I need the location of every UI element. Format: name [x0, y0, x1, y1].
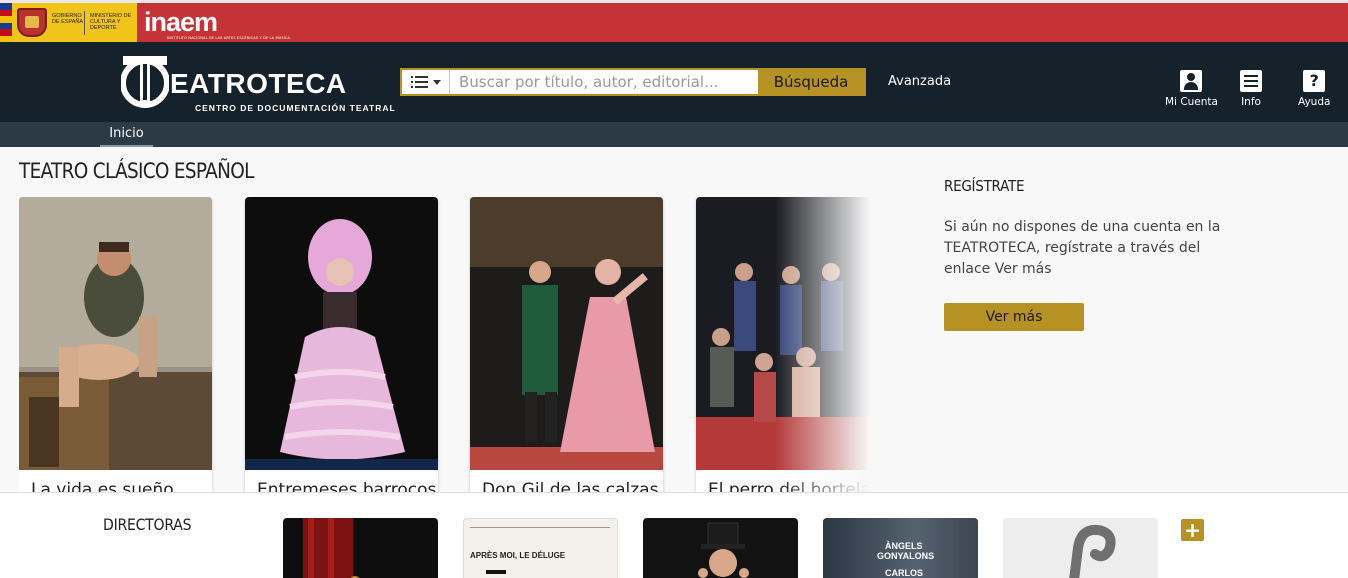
- poster-name-line2: GONYALONS: [877, 551, 935, 561]
- search-bar: Búsqueda: [400, 68, 866, 96]
- card-caption: Don Gil de las calzas verdes: [482, 480, 663, 492]
- gov-divider: [84, 11, 85, 35]
- poster-name-line1: ÀNGELS: [885, 541, 923, 551]
- help-label: Ayuda: [1298, 96, 1331, 108]
- help-icon: ?: [1303, 70, 1326, 92]
- director-thumbnail[interactable]: APRÈS MOI, LE DÉLUGE: [463, 518, 618, 578]
- director-thumbnail[interactable]: [283, 518, 438, 578]
- brand-title[interactable]: EATROTECA: [170, 70, 347, 98]
- my-account-button[interactable]: Mi Cuenta: [1165, 70, 1218, 108]
- brand-subtitle: CENTRO DE DOCUMENTACIÓN TEATRAL: [195, 103, 396, 113]
- info-label: Info: [1241, 96, 1261, 108]
- inaem-logo[interactable]: inaem INSTITUTO NACIONAL DE LAS ARTES ES…: [144, 9, 290, 41]
- main-nav: Inicio: [0, 122, 1348, 147]
- carousel-card[interactable]: Entremeses barrocos: [245, 197, 438, 492]
- list-icon: [410, 76, 428, 88]
- carousel-card[interactable]: La vida es sueño: [19, 197, 212, 492]
- card-image: [696, 197, 875, 470]
- director-thumbnail[interactable]: [643, 518, 798, 578]
- section-title: TEATRO CLÁSICO ESPAÑOL: [19, 159, 254, 183]
- director-thumbnail[interactable]: ÀNGELS GONYALONS CARLOS: [823, 518, 978, 578]
- featured-section: TEATRO CLÁSICO ESPAÑOL La vida es sueño …: [0, 147, 1348, 492]
- inaem-wordmark: inaem: [144, 7, 218, 37]
- directors-title: DIRECTORAS: [103, 515, 192, 534]
- flag-stripes: [0, 3, 12, 42]
- teatroteca-logo-icon[interactable]: [121, 52, 169, 110]
- gobierno-label: GOBIERNO DE ESPAÑA: [52, 13, 84, 25]
- see-more-button[interactable]: Ver más: [944, 303, 1084, 331]
- card-caption: La vida es sueño: [31, 480, 174, 492]
- carousel-card[interactable]: Don Gil de las calzas verdes: [470, 197, 663, 492]
- advanced-search-link[interactable]: Avanzada: [888, 74, 951, 89]
- card-image: [245, 197, 438, 470]
- card-caption: El perro del hortelano: [708, 480, 875, 492]
- directors-section: DIRECTORAS APRÈS MOI, LE DÉLUGE ÀNGELS G…: [0, 492, 1348, 578]
- register-text: Si aún no dispones de una cuenta en la T…: [944, 219, 1221, 277]
- site-header: EATROTECA CENTRO DE DOCUMENTACIÓN TEATRA…: [0, 42, 1348, 122]
- search-button[interactable]: Búsqueda: [758, 70, 864, 94]
- menu-icon: [1240, 70, 1262, 92]
- register-title: REGÍSTRATE: [944, 177, 1025, 195]
- user-icon: [1180, 70, 1203, 92]
- more-directors-button[interactable]: +: [1181, 519, 1204, 541]
- card-image: [19, 197, 212, 470]
- card-image: [470, 197, 663, 470]
- ministerio-label: MINISTERIO DE CULTURA Y DEPORTE: [90, 13, 132, 31]
- carousel-card[interactable]: El perro del hortelano: [696, 197, 875, 492]
- government-strip: GOBIERNO DE ESPAÑA MINISTERIO DE CULTURA…: [0, 0, 1348, 42]
- poster-name-line3: CARLOS: [885, 568, 923, 578]
- poster-title: APRÈS MOI, LE DÉLUGE: [470, 551, 566, 560]
- chevron-down-icon: [432, 79, 441, 85]
- featured-carousel: La vida es sueño Entremeses barrocos Don…: [19, 197, 875, 492]
- search-type-dropdown[interactable]: [402, 70, 450, 94]
- my-account-label: Mi Cuenta: [1165, 96, 1218, 108]
- inaem-subtitle: INSTITUTO NACIONAL DE LAS ARTES ESCÉNICA…: [167, 36, 291, 40]
- card-caption: Entremeses barrocos: [257, 480, 437, 492]
- search-input[interactable]: [450, 70, 758, 94]
- coat-of-arms-icon: [17, 8, 47, 37]
- nav-item-inicio[interactable]: Inicio: [100, 122, 153, 147]
- info-button[interactable]: Info: [1240, 70, 1262, 108]
- gobierno-espana-logo[interactable]: GOBIERNO DE ESPAÑA MINISTERIO DE CULTURA…: [0, 3, 137, 42]
- director-thumbnail[interactable]: [1003, 518, 1158, 578]
- help-button[interactable]: ? Ayuda: [1298, 70, 1330, 108]
